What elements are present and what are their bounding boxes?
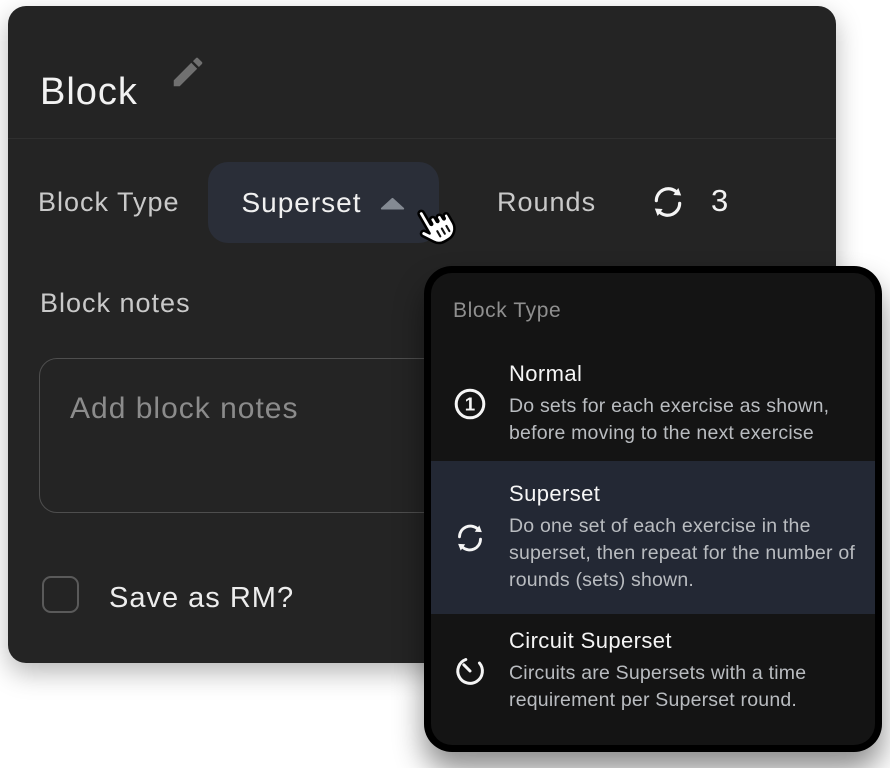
option-title: Superset [509, 481, 855, 507]
menu-header: Block Type [453, 299, 875, 323]
cycle-icon [451, 520, 489, 556]
header-divider [8, 138, 836, 139]
cycle-rounds-icon[interactable] [648, 182, 688, 222]
menu-option-normal[interactable]: 1 Normal Do sets for each exercise as sh… [431, 347, 875, 461]
menu-option-circuit-superset[interactable]: Circuit Superset Circuits are Supersets … [431, 614, 875, 728]
block-type-value: Superset [241, 187, 361, 219]
rounds-value[interactable]: 3 [711, 183, 729, 219]
page-title: Block [40, 71, 138, 114]
option-title: Circuit Superset [509, 628, 806, 654]
save-rm-label: Save as RM? [109, 582, 294, 615]
block-type-menu: Block Type 1 Normal Do sets for each exe… [424, 266, 882, 752]
number-one-circle-icon: 1 [451, 386, 489, 422]
pencil-edit-icon[interactable] [169, 53, 207, 91]
menu-options: 1 Normal Do sets for each exercise as sh… [431, 347, 875, 728]
save-rm-checkbox[interactable] [42, 576, 79, 613]
menu-option-superset[interactable]: Superset Do one set of each exercise in … [431, 461, 875, 614]
option-title: Normal [509, 361, 829, 387]
block-notes-label: Block notes [40, 288, 191, 318]
option-description: Do one set of each exercise in the super… [509, 513, 855, 594]
block-type-dropdown[interactable]: Superset [208, 162, 439, 243]
chevron-up-icon [379, 197, 406, 210]
block-notes-placeholder: Add block notes [70, 392, 298, 426]
option-description: Do sets for each exercise as shown, befo… [509, 393, 829, 447]
block-type-label: Block Type [38, 187, 180, 217]
option-description: Circuits are Supersets with a time requi… [509, 660, 806, 714]
screenshot-root: Block Block Type Superset Rounds 3 Bloc [0, 0, 890, 768]
timer-icon [451, 653, 489, 689]
rounds-label: Rounds [497, 187, 596, 217]
svg-text:1: 1 [465, 394, 475, 415]
